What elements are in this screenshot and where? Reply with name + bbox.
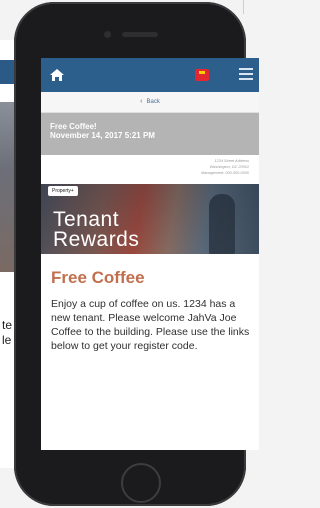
home-button[interactable]	[121, 463, 161, 503]
address-line: 1234 Street Address	[214, 159, 249, 163]
address-line: Washington, DC 20001	[209, 165, 249, 169]
home-icon[interactable]	[49, 67, 65, 83]
address-block: 1234 Street Address Washington, DC 20001…	[41, 156, 259, 184]
post-title: Free Coffee!	[50, 122, 97, 131]
app-navbar	[41, 58, 259, 92]
hero-title-line1: Tenant	[53, 208, 120, 231]
back-label: Back	[146, 99, 160, 105]
background-text: te	[2, 318, 13, 332]
flag-icon[interactable]	[195, 69, 209, 81]
background-divider	[243, 0, 244, 14]
address-line: Management: 000-000-0000	[201, 171, 249, 175]
chevron-left-icon: ‹	[140, 98, 143, 105]
front-camera	[104, 31, 111, 38]
phone-screen: ‹ Back Free Coffee! November 14, 2017 5:2…	[41, 58, 259, 450]
back-button[interactable]: ‹ Back	[41, 92, 259, 113]
phone-frame: ‹ Back Free Coffee! November 14, 2017 5:2…	[14, 2, 259, 506]
hamburger-menu-icon[interactable]	[239, 68, 253, 80]
hero-title-line2: Rewards	[53, 228, 140, 251]
property-tag: Property+	[48, 186, 78, 196]
article-body: Enjoy a cup of coffee on us. 1234 has a …	[51, 298, 250, 352]
article-content: Free Coffee Enjoy a cup of coffee on us.…	[41, 254, 259, 450]
background-text: le	[2, 333, 12, 347]
earpiece-speaker	[122, 32, 158, 37]
hero-banner: Property+ Tenant Rewards	[41, 184, 259, 254]
post-date: November 14, 2017 5:21 PM	[50, 131, 155, 140]
post-header: Free Coffee! November 14, 2017 5:21 PM	[41, 113, 259, 155]
article-heading: Free Coffee	[51, 268, 145, 287]
